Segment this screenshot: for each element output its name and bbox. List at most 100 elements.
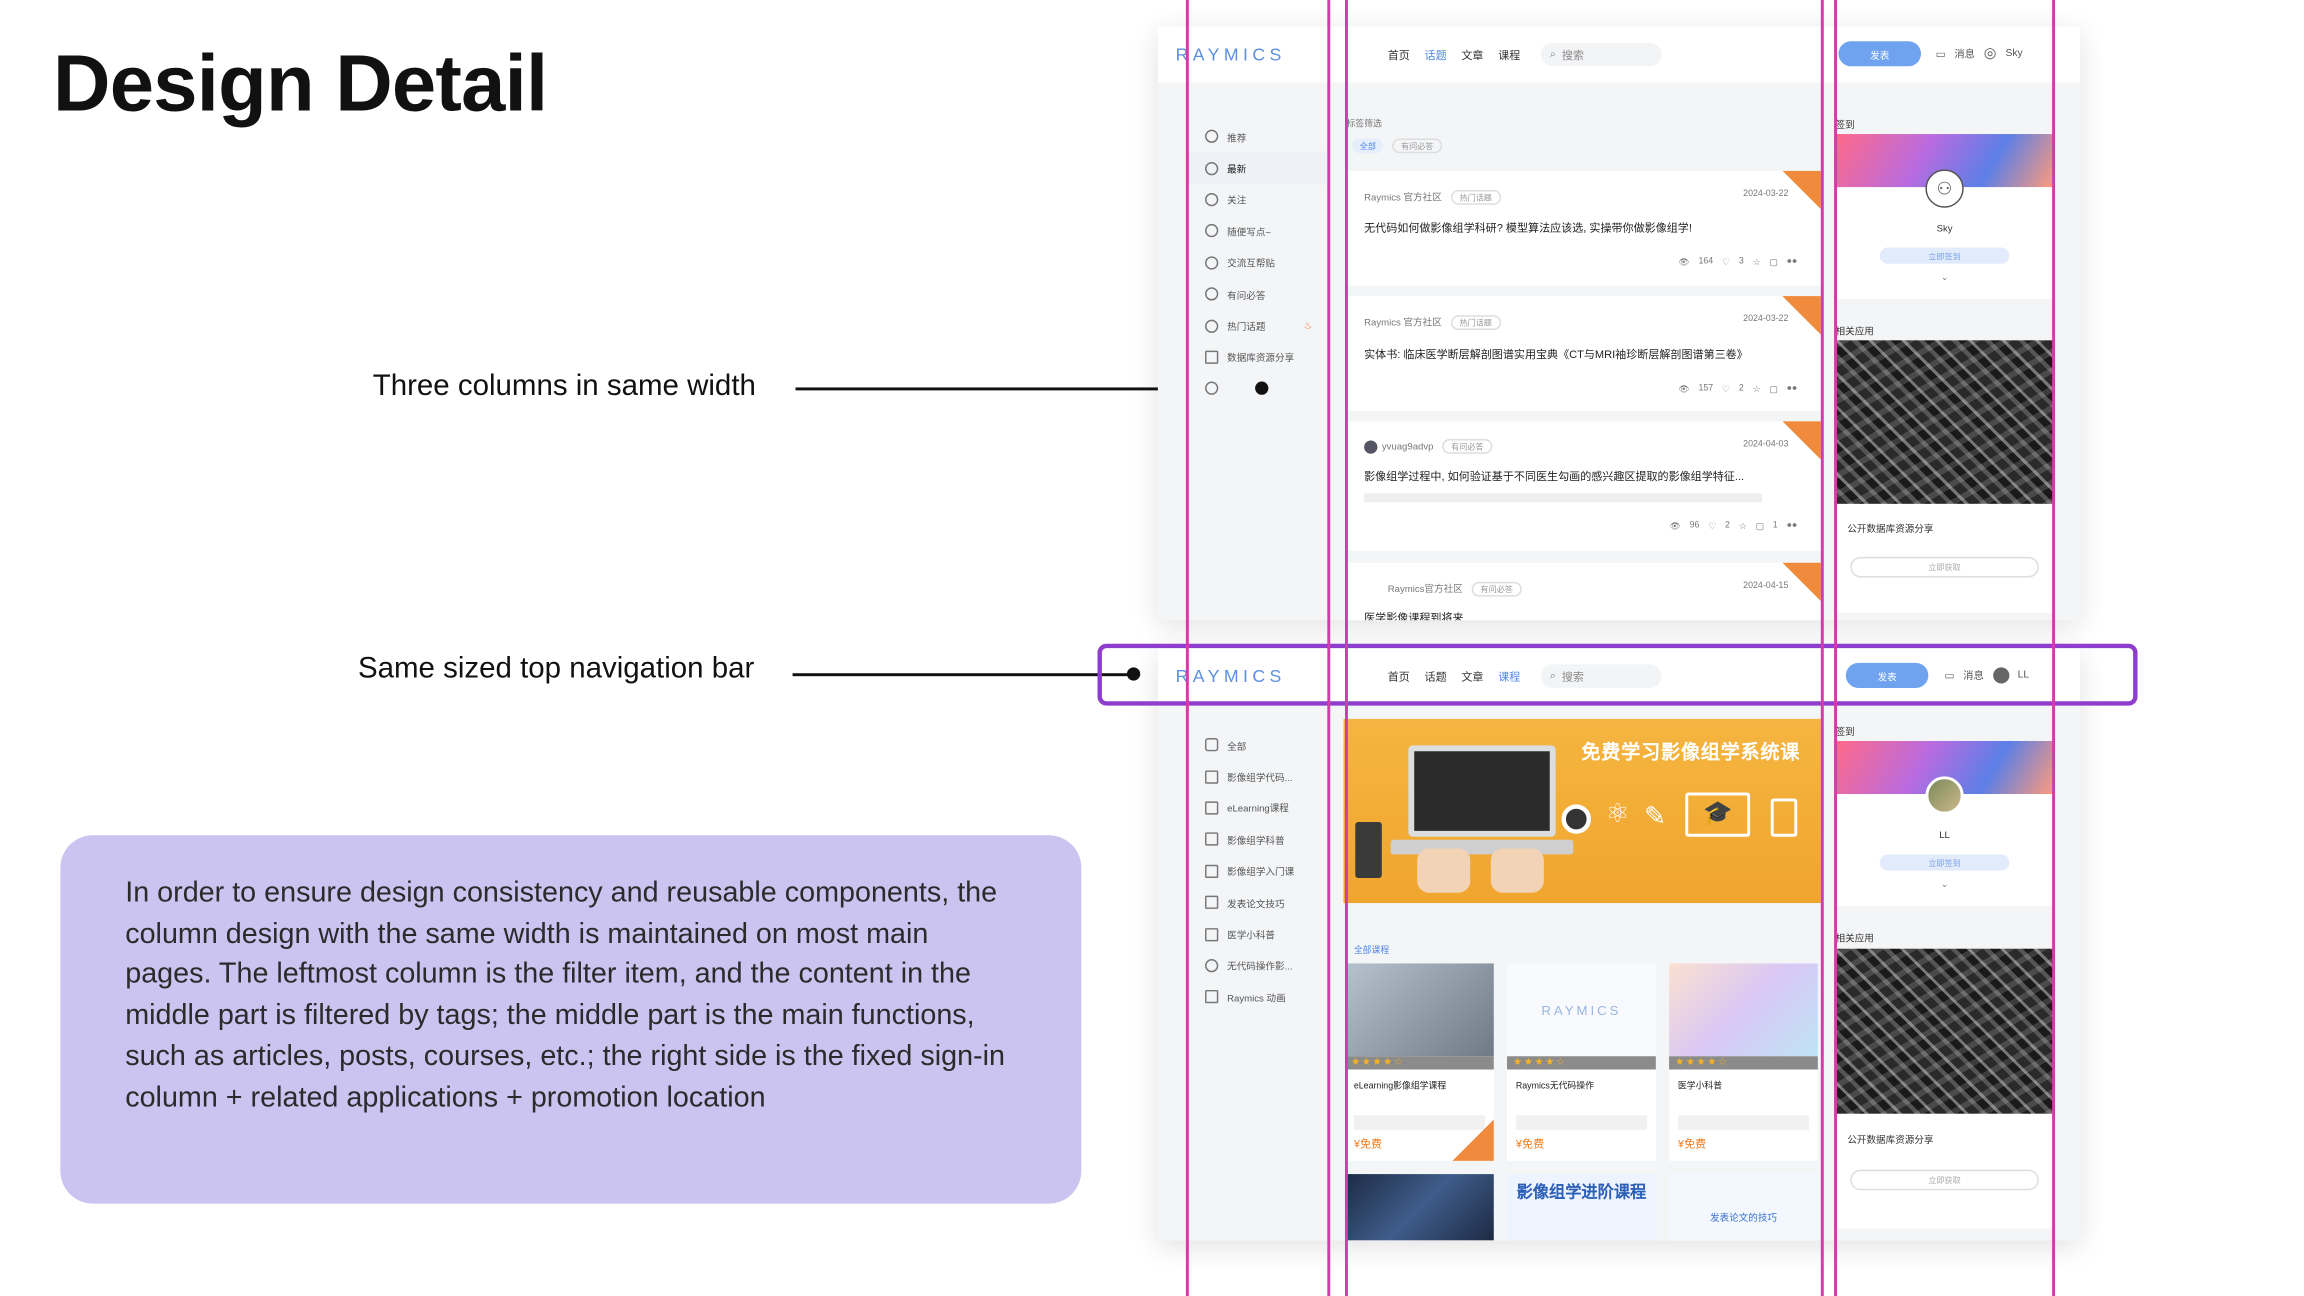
course-card[interactable]: RAYMICS ★★★★☆ Raymics无代码操作 ¥免费 [1507,963,1656,1161]
sidebar-item[interactable]: 最新 [1187,152,1329,184]
comment-icon[interactable]: ▢ [1756,521,1764,532]
banner-text: 免费学习影像组学系统课 [1581,740,1801,764]
nav-home[interactable]: 首页 [1388,46,1410,62]
sidebar-item[interactable]: 无代码操作影... [1187,950,1328,982]
avatar-icon[interactable]: ◎ [1984,46,1997,62]
callout-columns-dot [1255,381,1269,395]
post-author[interactable]: yvuag9advp [1382,442,1434,452]
sidebar-item-all[interactable]: 全部 [1187,729,1328,761]
toggle-icon[interactable]: ●● [1787,384,1798,394]
comment-icon[interactable]: ▢ [1769,258,1777,268]
get-app-button[interactable]: 立即获取 [1850,556,2039,578]
chevron-down-icon[interactable]: ⌄ [1836,879,2054,890]
chevron-down-icon[interactable]: ⌄ [1836,273,2054,283]
raymics-logo[interactable]: RAYMICS [1176,44,1365,65]
post-card[interactable]: Raymics 官方社区 热门话题 2024-03-22 无代码如何做影像组学科研… [1346,170,1821,286]
sidebar-item[interactable]: 有问必答 [1187,278,1328,310]
sign-in-button[interactable]: 立即签到 [1879,247,2010,264]
user-avatar [1925,776,1964,815]
course-card[interactable]: ★★★★☆ eLearning影像组学课程 ¥免费 [1344,963,1494,1161]
like-icon[interactable]: ♡ [1722,258,1730,268]
post-author[interactable]: Raymics 官方社区 [1364,318,1442,328]
related-app-card[interactable]: 公开数据库资源分享 立即获取 [1835,948,2054,1229]
toggle-icon[interactable]: ●● [1787,258,1798,268]
promo-advanced-course[interactable]: 影像组学进阶课程 [1507,1174,1656,1241]
filter-tag-all[interactable]: 全部 [1352,138,1384,154]
post-card[interactable]: yvuag9advp 有问必答 2024-04-03 影像组学过程中, 如何验证基… [1346,421,1821,551]
post-title[interactable]: 医学影像课程到将来 [1364,610,1463,620]
post-author[interactable]: Raymics 官方社区 [1364,193,1442,203]
message-icon[interactable]: ▭ [1936,48,1946,59]
thumb-icon [1205,129,1219,144]
sidebar-item[interactable]: 数据库资源分享 [1187,341,1328,373]
promo-card[interactable] [1344,1174,1494,1241]
sign-in-button[interactable]: 立即签到 [1879,854,2010,871]
hands-illustration [1417,848,1471,893]
star-icon[interactable]: ☆ [1753,258,1761,268]
related-app-card[interactable]: 公开数据库资源分享 立即获取 [1835,340,2054,613]
course-title[interactable]: eLearning影像组学课程 [1345,1070,1494,1101]
sign-in-heading: 签到 [1835,120,1855,132]
post-author[interactable]: Raymics官方社区 [1388,585,1463,595]
course-meta [1515,1115,1647,1130]
post-card[interactable]: Raymics 官方社区 热门话题 2024-03-22 实体书: 临床医学断层解… [1346,296,1821,412]
comment-icon[interactable]: ▢ [1769,384,1777,395]
get-app-button[interactable]: 立即获取 [1850,1169,2039,1191]
star-icon[interactable]: ☆ [1753,384,1761,395]
column-guide-line [1820,0,1824,1296]
post-tag[interactable]: 有问必答 [1471,581,1522,597]
all-courses-label: 全部课程 [1353,947,1390,957]
sidebar-item[interactable]: 影像组学科普 [1187,824,1328,856]
post-date: 2024-04-03 [1743,440,1789,450]
post-tag[interactable]: 热门话题 [1450,315,1501,330]
nav-articles[interactable]: 文章 [1461,46,1483,62]
course-title[interactable]: 医学小科普 [1669,1070,1818,1101]
post-title[interactable]: 实体书: 临床医学断层解剖图谱实用宝典《CT与MRI袖珍断层解剖图谱第三卷》 [1364,346,1748,362]
sidebar-item[interactable]: 影像组学代码... [1187,761,1328,793]
book-icon [1205,832,1219,847]
messages-link[interactable]: 消息 [1954,46,1975,61]
sidebar-item[interactable]: 医学小科普 [1187,918,1328,950]
nav-topics[interactable]: 话题 [1425,46,1447,62]
sidebar-item[interactable]: 影像组学入门课 [1187,855,1328,887]
page-title: Design Detail [53,39,548,129]
sidebar-item[interactable]: Raymics 动画 [1187,981,1328,1013]
intro-icon [1205,864,1219,878]
nav-courses[interactable]: 课程 [1498,46,1520,62]
sidebar-item[interactable]: 随便写点~ [1187,215,1328,247]
user-name[interactable]: Sky [2005,49,2022,59]
search-icon: ⌕ [1549,47,1556,61]
design-note: In order to ensure design consistency an… [60,835,1082,1204]
clock-icon [1205,161,1219,175]
promo-paper-tips[interactable]: 发表论文的技巧 [1669,1174,1818,1241]
slide: Design Detail Three columns in same widt… [0,0,2304,1296]
toggle-icon[interactable]: ●● [1787,521,1798,531]
filter-tag[interactable]: 有问必答 [1392,138,1443,154]
callout-navbar-dot [1126,667,1141,681]
nocode-icon [1205,958,1219,973]
sidebar-item[interactable]: 推荐 [1187,121,1328,153]
like-icon[interactable]: ♡ [1722,384,1730,395]
sidebar-item[interactable]: eLearning课程 [1187,792,1328,824]
filter-label: 标签筛选 [1346,120,1382,130]
post-card[interactable]: Raymics官方社区 有问必答 2024-04-15 医学影像课程到将来 [1346,562,1821,621]
course-banner[interactable]: 免费学习影像组学系统课 ⚛ ✎ 🎓 [1343,718,1821,904]
star-icon[interactable]: ☆ [1739,521,1747,532]
sidebar-item[interactable]: 交流互帮贴 [1187,247,1328,279]
elearning-icon [1205,801,1219,815]
sidebar-item[interactable]: 发表论文技巧 [1187,887,1328,919]
search-input[interactable]: ⌕ 搜索 [1540,42,1662,67]
like-icon[interactable]: ♡ [1708,521,1716,532]
course-title[interactable]: Raymics无代码操作 [1507,1070,1656,1101]
likes-count: 2 [1725,521,1730,531]
sidebar-item[interactable]: 关注 [1187,184,1328,216]
post-tag[interactable]: 有问必答 [1442,438,1493,454]
sidebar-item[interactable]: 热门话题 ♨ [1187,310,1328,342]
post-title[interactable]: 影像组学过程中, 如何验证基于不同医生勾画的感兴趣区提取的影像组学特征... [1364,468,1744,484]
course-card[interactable]: ★★★★☆ 医学小科普 ¥免费 [1669,963,1818,1161]
database-icon [1205,350,1219,364]
topic-page-mockup: RAYMICS 首页 话题 文章 课程 ⌕ 搜索 发表 ▭ 消息 ◎ Sky 推荐… [1157,26,2081,621]
post-title[interactable]: 无代码如何做影像组学科研? 模型算法应该选, 实操带你做影像组学! [1364,219,1692,235]
post-tag[interactable]: 热门话题 [1450,190,1501,205]
post-button[interactable]: 发表 [1838,41,1921,67]
